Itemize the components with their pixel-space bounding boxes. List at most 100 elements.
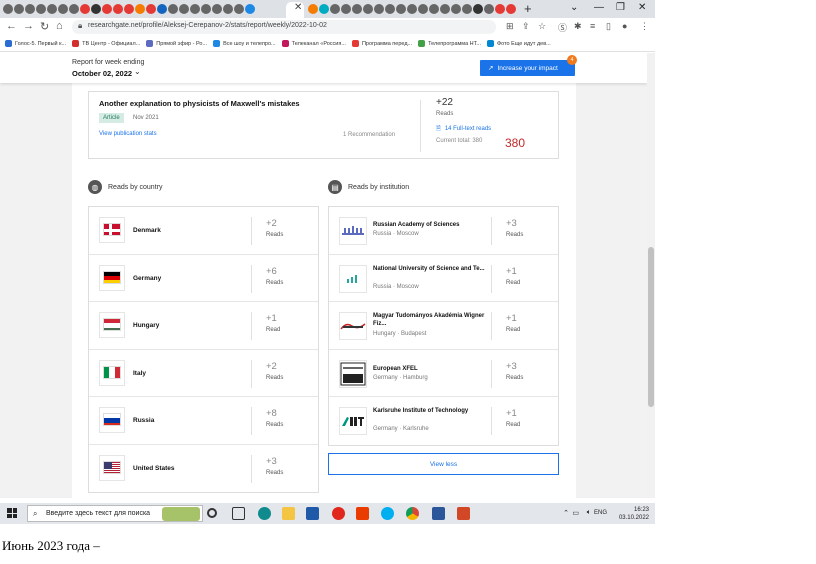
reads-count: +8 xyxy=(266,408,277,419)
bookmark-favicon xyxy=(5,40,12,47)
url-text: researchgate.net/profile/Aleksej-Cerepan… xyxy=(88,22,327,29)
cortana-icon[interactable] xyxy=(207,508,217,518)
hungary-flag-icon xyxy=(103,318,121,331)
edge-icon[interactable] xyxy=(258,507,271,520)
reads-unit: Reads xyxy=(266,422,284,428)
reads-delta: +22 xyxy=(436,97,453,108)
new-tab-icon[interactable]: + xyxy=(524,1,532,16)
bookmark-label: Программа перед... xyxy=(361,40,413,47)
close-window-icon[interactable]: ✕ xyxy=(638,2,646,13)
side-panel-icon[interactable]: ▯ xyxy=(606,21,611,32)
scrollbar-thumb[interactable] xyxy=(648,247,654,407)
bookmark-item[interactable]: Телепрограмма НТ... xyxy=(418,40,481,47)
fulltext-reads-label: 14 Full-text reads xyxy=(444,126,492,132)
bookmark-item[interactable]: Телеканал «Россия... xyxy=(281,40,346,47)
kit-logo-icon xyxy=(339,407,367,435)
restore-icon[interactable]: ❐ xyxy=(616,2,625,13)
taskbar-clock[interactable]: 16:23 03.10.2022 xyxy=(613,506,649,522)
windows-start-icon[interactable] xyxy=(7,508,17,518)
section-title: Reads by institution xyxy=(348,183,410,191)
address-bar[interactable]: 🔒︎ researchgate.net/profile/Aleksej-Cere… xyxy=(72,20,496,34)
usa-flag-icon xyxy=(103,460,121,474)
reads-count: +2 xyxy=(266,360,277,372)
view-publication-stats-link[interactable]: View publication stats xyxy=(99,131,157,137)
institution-location: Germany · Hamburg xyxy=(373,374,428,381)
section-title: Reads by country xyxy=(108,183,163,191)
profile-icon[interactable]: ● xyxy=(622,21,627,31)
bookmark-item[interactable]: Голос-5. Первый к... xyxy=(5,40,66,47)
reads-count: +3 xyxy=(266,455,277,467)
bookmark-item[interactable]: Все шоу и телепро... xyxy=(213,40,276,47)
institution-name[interactable]: European XFEL xyxy=(373,365,485,373)
institution-name[interactable]: Karlsruhe Institute of Technology xyxy=(373,407,485,415)
share-icon[interactable]: ⇪ xyxy=(522,21,530,32)
chevron-down-icon[interactable]: ⌄ xyxy=(134,67,141,76)
reads-count: +3 xyxy=(506,218,517,229)
taskbar-search-box[interactable]: ⌕ Введите здесь текст для поиска xyxy=(27,505,203,522)
chrome-icon[interactable] xyxy=(406,507,419,520)
publication-title[interactable]: Another explanation to physicists of Max… xyxy=(99,99,300,108)
forward-icon[interactable]: → xyxy=(23,20,34,32)
search-icon: ⌕ xyxy=(33,509,38,518)
extensions-icon[interactable]: ✱ xyxy=(574,21,582,32)
bookmark-star-icon[interactable]: ☆ xyxy=(538,21,546,32)
list-item: Denmark +2 Reads xyxy=(89,207,318,255)
institution-name[interactable]: Magyar Tudományos Akadémia Wigner Fiz... xyxy=(373,312,485,328)
skype-icon[interactable] xyxy=(381,507,394,520)
tab-favicons[interactable] xyxy=(3,3,255,15)
reads-count: +1 xyxy=(506,265,517,277)
chevron-up-icon[interactable]: ⌃ xyxy=(563,509,569,517)
bookmark-label: Телепрограмма НТ... xyxy=(428,40,481,47)
minimize-icon[interactable]: — xyxy=(594,2,604,13)
country-name: Denmark xyxy=(133,227,161,234)
globe-icon: ◍ xyxy=(88,180,102,194)
task-view-icon[interactable] xyxy=(232,507,245,520)
divider xyxy=(491,407,492,435)
bookmark-item[interactable]: Прямой эфир - Ро... xyxy=(146,40,207,47)
notification-badge: 4 xyxy=(567,55,577,65)
wigner-logo-icon xyxy=(339,312,367,340)
word-icon[interactable] xyxy=(432,507,445,520)
reads-unit: Reads xyxy=(266,232,284,238)
bookmarks-bar: Голос-5. Первый к... ТВ Центр - Официал.… xyxy=(0,36,655,52)
close-tab-icon[interactable]: ✕ xyxy=(294,2,302,13)
list-item: Hungary +1 Read xyxy=(89,302,318,350)
view-less-button[interactable]: View less xyxy=(328,453,559,475)
institution-name[interactable]: Russian Academy of Sciences xyxy=(373,221,485,229)
windows-taskbar: ⌕ Введите здесь текст для поиска ⌃ ▭ 🔈︎ … xyxy=(0,503,655,524)
increase-impact-label: Increase your impact xyxy=(497,64,558,72)
tab-favicons-right[interactable] xyxy=(308,3,516,14)
bookmark-item[interactable]: ТВ Центр - Официал... xyxy=(72,40,140,47)
language-indicator[interactable]: ENG xyxy=(594,510,607,516)
report-date-select[interactable]: October 02, 2022 xyxy=(72,69,132,78)
bookmark-item[interactable]: Программа перед... xyxy=(351,40,413,47)
tab-search-icon[interactable]: ⌄ xyxy=(570,2,578,13)
office-icon[interactable] xyxy=(356,507,369,520)
powerpoint-icon[interactable] xyxy=(457,507,470,520)
screenshot: ✕ + ⌄ — ❐ ✕ ← → ↻ ⌂ 🔒︎ researchgate.net/… xyxy=(0,0,655,524)
back-icon[interactable]: ← xyxy=(6,20,17,32)
page-viewport[interactable]: Report for week ending October 02, 2022 … xyxy=(0,53,647,498)
skype-extension-icon[interactable]: Ⓢ xyxy=(558,21,567,34)
bookmark-favicon xyxy=(281,40,289,47)
network-icon[interactable]: ▭ xyxy=(572,509,579,517)
translate-icon[interactable]: ⊞ xyxy=(506,21,514,32)
bookmark-item[interactable]: Фото Еще идут дев... xyxy=(486,40,551,47)
reading-list-icon[interactable]: ≡ xyxy=(590,21,595,31)
germany-flag-icon xyxy=(103,270,121,284)
file-explorer-icon[interactable] xyxy=(282,507,295,520)
country-name: Hungary xyxy=(133,322,160,329)
home-icon[interactable]: ⌂ xyxy=(56,20,63,32)
opera-icon[interactable] xyxy=(332,507,345,520)
increase-impact-button[interactable]: ↗ Increase your impact xyxy=(480,60,575,76)
menu-icon[interactable]: ⋮ xyxy=(640,21,649,32)
store-icon[interactable] xyxy=(306,507,319,520)
page-scrollbar[interactable] xyxy=(647,53,655,498)
report-header: Report for week ending October 02, 2022 … xyxy=(0,53,647,83)
reload-icon[interactable]: ↻ xyxy=(40,20,49,33)
reads-label: Reads xyxy=(436,111,454,117)
bookmark-label: Прямой эфир - Ро... xyxy=(156,40,208,47)
volume-icon[interactable]: 🔈︎ xyxy=(587,509,591,517)
list-item: Germany +6 Reads xyxy=(89,255,318,302)
institution-name[interactable]: National University of Science and Te... xyxy=(373,265,485,273)
